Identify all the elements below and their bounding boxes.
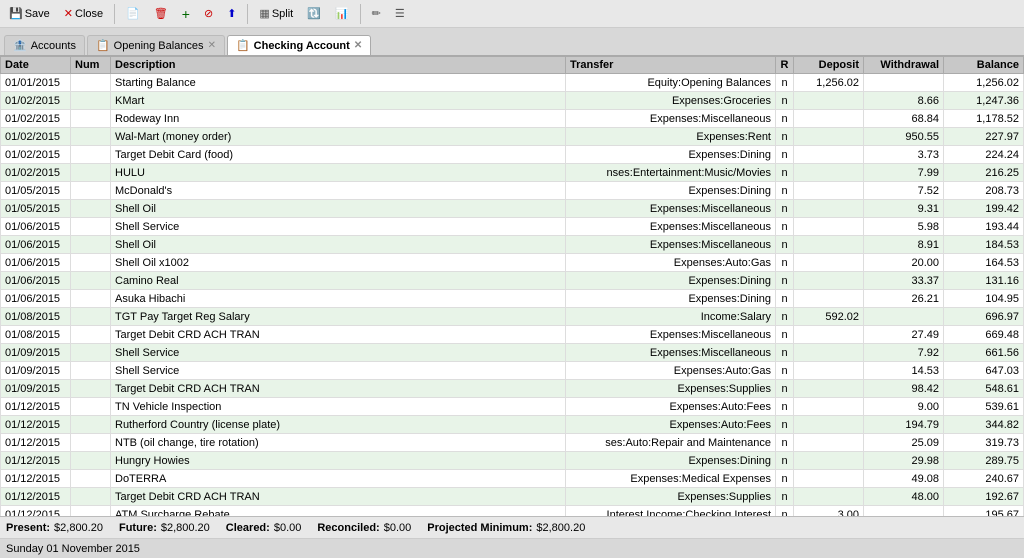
delete-button[interactable]: 🗑 xyxy=(149,5,173,22)
tab-opening-balances[interactable]: 📋 Opening Balances ✕ xyxy=(87,35,225,55)
note-icon: 📄 xyxy=(126,7,140,20)
close-icon: ✕ xyxy=(64,7,73,20)
status-cleared: Cleared: $0.00 xyxy=(226,522,302,534)
table-row[interactable]: 01/12/2015ATM Surcharge RebateInterest I… xyxy=(1,506,1024,517)
split-icon: ▦ xyxy=(259,7,269,20)
col-header-r[interactable]: R xyxy=(776,57,794,74)
table-row[interactable]: 01/12/2015NTB (oil change, tire rotation… xyxy=(1,434,1024,452)
current-date: Sunday 01 November 2015 xyxy=(6,543,140,555)
save-label: Save xyxy=(25,8,50,20)
future-label: Future: xyxy=(119,522,157,534)
checking-tab-label: Checking Account xyxy=(254,40,350,52)
new-button[interactable]: + xyxy=(177,4,195,24)
projected-label: Projected Minimum: xyxy=(427,522,532,534)
col-header-description[interactable]: Description xyxy=(111,57,566,74)
reconcile-button[interactable]: 🔃 xyxy=(302,5,326,22)
cleared-label: Cleared: xyxy=(226,522,270,534)
col-header-num[interactable]: Num xyxy=(71,57,111,74)
transaction-table: Date Num Description Transfer R Deposit … xyxy=(0,56,1024,516)
table-row[interactable]: 01/02/2015Target Debit Card (food)Expens… xyxy=(1,146,1024,164)
table-row[interactable]: 01/12/2015Rutherford Country (license pl… xyxy=(1,416,1024,434)
split-button[interactable]: ▦ Split xyxy=(254,5,298,22)
status-projected: Projected Minimum: $2,800.20 xyxy=(427,522,585,534)
accounts-tab-label: Accounts xyxy=(31,40,76,52)
edit-button[interactable]: ✏ xyxy=(367,5,386,22)
tab-accounts[interactable]: 🏦 Accounts xyxy=(4,35,85,55)
transaction-table-container: Date Num Description Transfer R Deposit … xyxy=(0,56,1024,516)
col-header-date[interactable]: Date xyxy=(1,57,71,74)
table-row[interactable]: 01/05/2015McDonald'sExpenses:Diningn7.52… xyxy=(1,182,1024,200)
reconciled-value: $0.00 xyxy=(384,522,412,534)
table-row[interactable]: 01/06/2015Camino RealExpenses:Diningn33.… xyxy=(1,272,1024,290)
opening-tab-icon: 📋 xyxy=(96,39,110,52)
toolbar-separator-3 xyxy=(360,4,361,24)
void-icon: ⊘ xyxy=(204,7,213,20)
opening-tab-label: Opening Balances xyxy=(114,40,204,52)
table-row[interactable]: 01/08/2015Target Debit CRD ACH TRANExpen… xyxy=(1,326,1024,344)
projected-value: $2,800.20 xyxy=(536,522,585,534)
col-header-deposit[interactable]: Deposit xyxy=(794,57,864,74)
cleared-value: $0.00 xyxy=(274,522,302,534)
table-row[interactable]: 01/09/2015Shell ServiceExpenses:Auto:Gas… xyxy=(1,362,1024,380)
present-label: Present: xyxy=(6,522,50,534)
note-button[interactable]: 📄 xyxy=(121,5,145,22)
table-row[interactable]: 01/12/2015Hungry HowiesExpenses:Diningn2… xyxy=(1,452,1024,470)
transfer-button[interactable]: ⬆ xyxy=(222,5,241,22)
table-row[interactable]: 01/06/2015Shell Oil x1002Expenses:Auto:G… xyxy=(1,254,1024,272)
future-value: $2,800.20 xyxy=(161,522,210,534)
reconciled-label: Reconciled: xyxy=(317,522,379,534)
tab-checking-account[interactable]: 📋 Checking Account ✕ xyxy=(227,35,371,55)
stock-button[interactable]: 📊 xyxy=(330,5,354,22)
opening-tab-close[interactable]: ✕ xyxy=(208,40,216,51)
checking-tab-close[interactable]: ✕ xyxy=(354,40,362,51)
checking-tab-icon: 📋 xyxy=(236,39,250,52)
void-button[interactable]: ⊘ xyxy=(199,5,218,22)
delete-icon: 🗑 xyxy=(154,7,168,20)
status-reconciled: Reconciled: $0.00 xyxy=(317,522,411,534)
table-body: 01/01/2015Starting BalanceEquity:Opening… xyxy=(1,74,1024,517)
table-row[interactable]: 01/09/2015Shell ServiceExpenses:Miscella… xyxy=(1,344,1024,362)
table-row[interactable]: 01/01/2015Starting BalanceEquity:Opening… xyxy=(1,74,1024,92)
status-bar: Present: $2,800.20 Future: $2,800.20 Cle… xyxy=(0,516,1024,538)
list-button[interactable]: ☰ xyxy=(390,5,410,22)
table-row[interactable]: 01/02/2015KMartExpenses:Groceriesn8.661,… xyxy=(1,92,1024,110)
present-value: $2,800.20 xyxy=(54,522,103,534)
tab-bar: 🏦 Accounts 📋 Opening Balances ✕ 📋 Checki… xyxy=(0,28,1024,56)
col-header-transfer[interactable]: Transfer xyxy=(566,57,776,74)
close-label: Close xyxy=(75,8,103,20)
edit-icon: ✏ xyxy=(372,7,381,20)
table-row[interactable]: 01/06/2015Shell ServiceExpenses:Miscella… xyxy=(1,218,1024,236)
transfer-icon: ⬆ xyxy=(227,7,236,20)
table-row[interactable]: 01/12/2015Target Debit CRD ACH TRANExpen… xyxy=(1,488,1024,506)
status-present: Present: $2,800.20 xyxy=(6,522,103,534)
table-row[interactable]: 01/02/2015Wal-Mart (money order)Expenses… xyxy=(1,128,1024,146)
save-button[interactable]: 💾 Save xyxy=(4,5,55,22)
stock-icon: 📊 xyxy=(335,7,349,20)
reconcile-icon: 🔃 xyxy=(307,7,321,20)
add-icon: + xyxy=(182,6,190,22)
accounts-tab-icon: 🏦 xyxy=(13,39,27,52)
save-icon: 💾 xyxy=(9,7,23,20)
table-row[interactable]: 01/02/2015Rodeway InnExpenses:Miscellane… xyxy=(1,110,1024,128)
status-future: Future: $2,800.20 xyxy=(119,522,210,534)
close-button[interactable]: ✕ Close xyxy=(59,5,108,22)
list-icon: ☰ xyxy=(395,7,405,20)
col-header-withdrawal[interactable]: Withdrawal xyxy=(864,57,944,74)
table-row[interactable]: 01/02/2015HULUnses:Entertainment:Music/M… xyxy=(1,164,1024,182)
col-header-balance[interactable]: Balance xyxy=(944,57,1024,74)
toolbar-separator-1 xyxy=(114,4,115,24)
table-row[interactable]: 01/06/2015Asuka HibachiExpenses:Diningn2… xyxy=(1,290,1024,308)
date-bar: Sunday 01 November 2015 xyxy=(0,538,1024,558)
toolbar: 💾 Save ✕ Close 📄 🗑 + ⊘ ⬆ ▦ Split 🔃 📊 ✏ ☰ xyxy=(0,0,1024,28)
toolbar-separator-2 xyxy=(247,4,248,24)
table-header-row: Date Num Description Transfer R Deposit … xyxy=(1,57,1024,74)
table-row[interactable]: 01/12/2015DoTERRAExpenses:Medical Expens… xyxy=(1,470,1024,488)
table-row[interactable]: 01/09/2015Target Debit CRD ACH TRANExpen… xyxy=(1,380,1024,398)
split-label: Split xyxy=(272,8,293,20)
table-row[interactable]: 01/12/2015TN Vehicle InspectionExpenses:… xyxy=(1,398,1024,416)
table-row[interactable]: 01/06/2015Shell OilExpenses:Miscellaneou… xyxy=(1,236,1024,254)
table-row[interactable]: 01/05/2015Shell OilExpenses:Miscellaneou… xyxy=(1,200,1024,218)
table-row[interactable]: 01/08/2015TGT Pay Target Reg SalaryIncom… xyxy=(1,308,1024,326)
